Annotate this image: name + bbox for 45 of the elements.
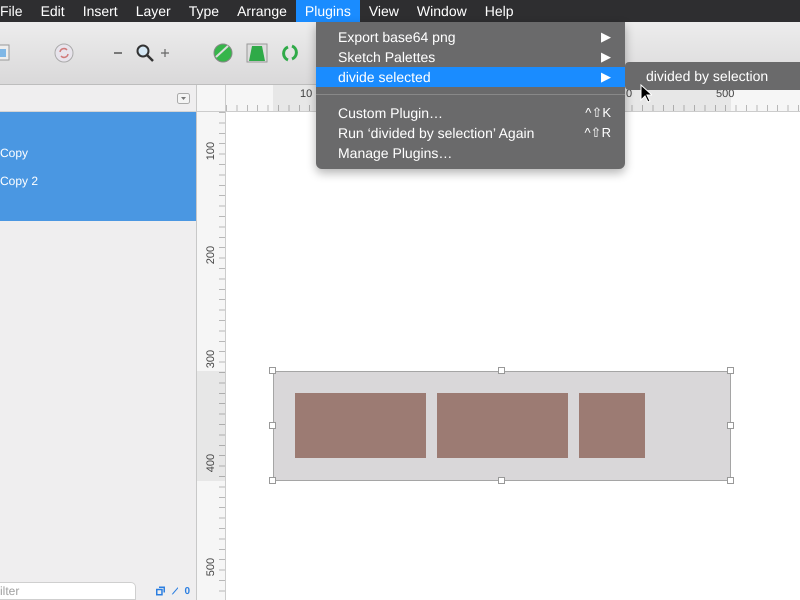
ruler-label: 200	[205, 244, 217, 266]
menu-bar-item[interactable]: Plugins	[296, 0, 360, 22]
menu-item[interactable]: Sketch Palettes ▶	[316, 47, 625, 67]
ruler-label: 400	[205, 452, 217, 474]
menu-bar-item[interactable]: File	[0, 0, 32, 22]
menu-bar-item[interactable]: Arrange	[228, 0, 296, 22]
zoom-in-icon[interactable]	[160, 48, 170, 58]
menu-item[interactable]: Custom Plugin… ^⇧K	[316, 103, 625, 123]
menu-item[interactable]: Manage Plugins…	[316, 143, 625, 163]
resize-handle[interactable]	[727, 477, 734, 484]
resize-handle[interactable]	[727, 422, 734, 429]
count-label: 0	[184, 586, 190, 596]
sync-icon[interactable]	[54, 43, 74, 63]
shape-icon[interactable]	[213, 43, 233, 63]
resize-handle[interactable]	[727, 367, 734, 374]
menu-item[interactable]: divide selected ▶	[316, 67, 625, 87]
layer-icon[interactable]	[0, 43, 11, 63]
sidebar-row[interactable]: Copy 2	[0, 172, 196, 190]
ruler-label: 500	[205, 556, 217, 578]
resize-handle[interactable]	[498, 477, 505, 484]
resize-handle[interactable]	[269, 367, 276, 374]
filter-field[interactable]: ilter	[0, 582, 136, 600]
menu-bar-item[interactable]: Edit	[32, 0, 74, 22]
ruler-label: 100	[205, 140, 217, 162]
resize-handle[interactable]	[498, 367, 505, 374]
menu-bar-item[interactable]: Type	[180, 0, 228, 22]
ruler-label: 10	[300, 88, 312, 100]
menu-bar-item[interactable]: Insert	[74, 0, 127, 22]
menu-bar-item[interactable]: Window	[408, 0, 476, 22]
resize-handle[interactable]	[269, 422, 276, 429]
ruler-label: 0	[626, 88, 632, 100]
pages-icon[interactable]	[156, 585, 165, 597]
resize-handle[interactable]	[269, 477, 276, 484]
dropdown-icon[interactable]	[177, 92, 190, 104]
transform-icon[interactable]	[246, 43, 268, 63]
menu-item[interactable]: divided by selection	[625, 66, 800, 86]
menu-bar-item[interactable]: Layer	[126, 0, 180, 22]
brush-icon[interactable]	[170, 585, 178, 597]
sidebar-row[interactable]: Copy	[0, 144, 196, 162]
menu-bar-item[interactable]: Help	[476, 0, 523, 22]
search-icon	[136, 44, 154, 62]
menu-item[interactable]: Run ‘divided by selection’ Again ^⇧R	[316, 123, 625, 143]
menu-bar-item[interactable]: View	[360, 0, 408, 22]
menu-item[interactable]: Export base64 png ▶	[316, 27, 625, 47]
ruler-label: 300	[205, 348, 217, 370]
